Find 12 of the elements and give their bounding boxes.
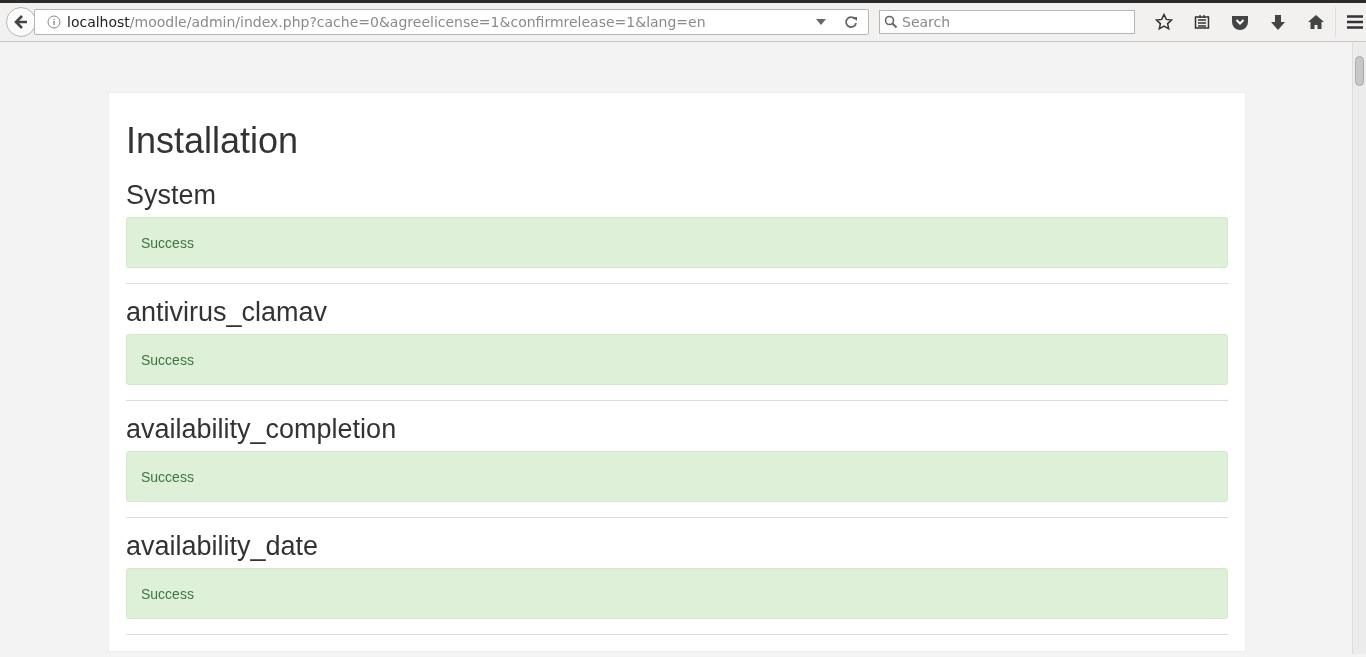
section-heading: availability_date	[126, 530, 320, 562]
success-alert: Success	[126, 216, 1228, 268]
search-field[interactable]: Search	[879, 10, 1135, 34]
section-heading: antivirus_clamav	[126, 296, 329, 328]
section-heading: System	[126, 179, 218, 211]
page-title: Installation	[126, 121, 300, 161]
success-alert: Success	[126, 333, 1228, 385]
success-alert: Success	[126, 450, 1228, 502]
address-bar[interactable]: localhost/moodle/admin/index.php?cache=0&agreelicense=1&confirmrelease=1&lang=en	[34, 9, 869, 35]
section-heading: availability_completion	[126, 413, 398, 445]
success-alert: Success	[126, 567, 1228, 619]
url-text: localhost/moodle/admin/index.php?cache=0&agreelicense=1&confirmrelease=1&lang=en	[67, 12, 707, 32]
